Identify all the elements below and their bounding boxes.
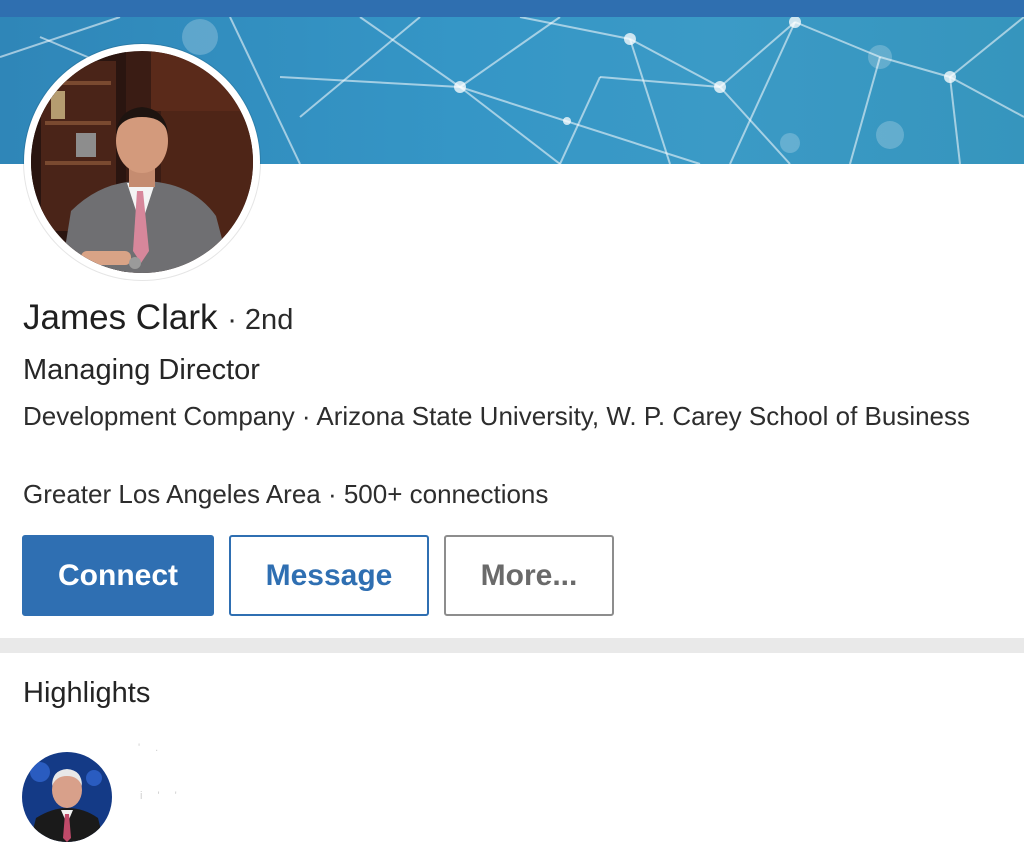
profile-name-row: James Clark · 2nd <box>23 298 293 338</box>
section-divider <box>0 638 1024 653</box>
connection-degree: · 2nd <box>227 304 294 336</box>
highlight-line-2: i ' ' <box>140 790 183 802</box>
connect-button[interactable]: Connect <box>22 535 214 616</box>
company-education: Development Company · Arizona State Univ… <box>23 401 971 431</box>
profile-photo[interactable] <box>31 51 253 273</box>
profile-headline: Managing Director <box>23 354 260 386</box>
profile-name: James Clark <box>23 298 218 337</box>
message-button[interactable]: Message <box>229 535 429 616</box>
highlights-title: Highlights <box>23 677 151 709</box>
more-button[interactable]: More... <box>444 535 614 616</box>
profile-page: James Clark · 2nd Managing Director Deve… <box>0 0 1024 867</box>
highlight-line-1: ' . <box>138 742 165 754</box>
highlight-avatar[interactable] <box>22 752 112 842</box>
top-nav-strip <box>0 0 1024 17</box>
location-connections: Greater Los Angeles Area · 500+ connecti… <box>23 479 549 509</box>
